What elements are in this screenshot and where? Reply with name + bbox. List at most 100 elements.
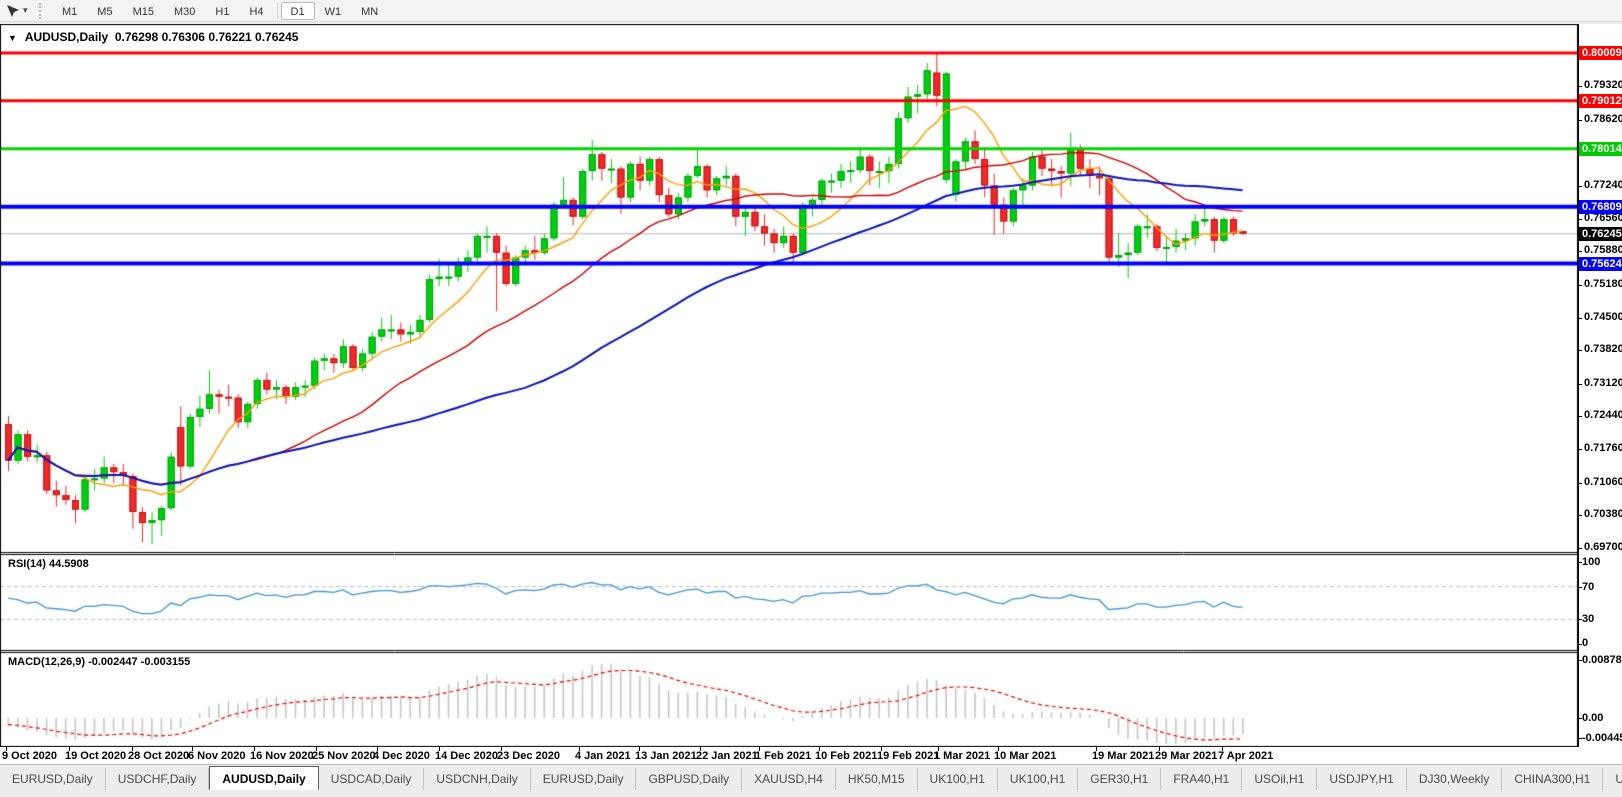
price-tick [1578,120,1582,121]
date-label: 19 Mar 2021 [1092,750,1154,762]
timeframe-button-h1[interactable]: H1 [205,2,239,20]
price-tick-label: 0.75880 [1584,244,1622,256]
price-tick-label: 0.71760 [1584,442,1622,454]
price-tick-label: 0.75180 [1584,278,1622,290]
chart-symbol: AUDUSD,Daily [25,30,108,44]
timeframe-button-d1[interactable]: D1 [281,2,315,20]
timeframe-button-h4[interactable]: H4 [239,2,273,20]
price-tick [1578,219,1582,220]
chart-tab-usdchf-daily[interactable]: USDCHF,Daily [106,768,210,790]
ohlc-close: 0.76245 [255,30,298,44]
timeframe-button-m1[interactable]: M1 [52,2,87,20]
price-tick [1578,548,1582,549]
top-toolbar: ▾ M1M5M15M30H1H4 D1W1MN [0,0,1622,22]
level-price-badge: 0.78014 [1579,142,1622,156]
ohlc-low: 0.76221 [208,30,251,44]
price-tick-label: 0.71060 [1584,476,1622,488]
timeframe-button-mn[interactable]: MN [351,2,388,20]
macd-axis-label: 0.00 [1582,712,1603,724]
price-tick-label: 0.77240 [1584,179,1622,191]
tool-dropdown-caret[interactable]: ▾ [23,5,35,16]
price-tick-label: 0.74500 [1584,311,1622,323]
date-label: 10 Feb 2021 [815,750,877,762]
chart-tab-uk100-h1[interactable]: UK100,H1 [998,768,1078,790]
date-label: 4 Dec 2020 [373,750,430,762]
date-label: 1 Feb 2021 [755,750,811,762]
price-tick-label: 0.73120 [1584,377,1622,389]
chart-tab-xauusd-h4[interactable]: XAUUSD,H4 [742,768,836,790]
macd-indicator-label: MACD(12,26,9) -0.002447 -0.003155 [8,656,190,668]
macd-axis-label: 0.008782 [1582,654,1622,666]
chart-tab-fra40-h1[interactable]: FRA40,H1 [1161,768,1242,790]
chart-cursor-icon[interactable] [3,2,23,20]
date-label: 13 Jan 2021 [635,750,697,762]
date-label: 6 Nov 2020 [188,750,245,762]
chart-tab-eurusd-daily[interactable]: EURUSD,Daily [0,768,106,790]
rsi-axis-label: 100 [1582,556,1600,568]
price-tick-label: 0.69700 [1584,541,1622,553]
chart-tab-hk50-m15[interactable]: HK50,M15 [836,768,918,790]
rsi-axis-label: 0 [1582,637,1588,649]
price-tick [1578,416,1582,417]
rsi-axis-label: 70 [1582,581,1594,593]
level-price-badge: 0.79012 [1579,94,1622,108]
date-label: 25 Nov 2020 [312,750,376,762]
chart-canvas[interactable] [0,24,1578,747]
level-price-badge: 0.76809 [1579,200,1622,214]
date-label: 7 Apr 2021 [1218,750,1273,762]
date-label: 22 Jan 2021 [696,750,758,762]
timeframe-button-group: M1M5M15M30H1H4 D1W1MN [52,2,388,20]
chart-tab-bar: EURUSD,DailyUSDCHF,DailyAUDUSD,DailyUSDC… [0,764,1622,790]
date-label: 9 Oct 2020 [2,750,57,762]
chart-tab-china300-h1[interactable]: CHINA300,H1 [1502,768,1603,790]
price-tick-label: 0.70380 [1584,508,1622,520]
timeframe-button-m5[interactable]: M5 [87,2,122,20]
chart-tab-uk100-h1[interactable]: UK100,H1 [918,768,998,790]
footer-strip [0,790,1622,797]
date-label: 19 Feb 2021 [877,750,939,762]
chart-tab-dj30-weekly[interactable]: DJ30,Weekly [1407,768,1502,790]
chart-title: ▼ AUDUSD,Daily 0.76298 0.76306 0.76221 0… [8,30,298,44]
ohlc-high: 0.76306 [162,30,205,44]
chart-expander-icon[interactable]: ▼ [8,33,17,43]
rsi-indicator-label: RSI(14) 44.5908 [8,558,89,570]
date-label: 28 Oct 2020 [128,750,189,762]
chart-tab-usdjpy-h1[interactable]: USDJPY,H1 [1317,768,1406,790]
price-tick [1578,483,1582,484]
price-tick [1578,515,1582,516]
chart-tab-eurusd-daily[interactable]: EURUSD,Daily [531,768,637,790]
date-label: 4 Jan 2021 [575,750,631,762]
chart-tab-audusd-daily[interactable]: AUDUSD,Daily [209,766,318,790]
time-axis: 9 Oct 2020 19 Oct 202028 Oct 20206 Nov 20… [0,747,1622,764]
chart-tab-u[interactable]: U [1603,768,1622,790]
macd-axis-label: -0.004451 [1582,732,1622,744]
chart-tab-usoil-h1[interactable]: USOil,H1 [1242,768,1317,790]
date-label: 1 Mar 2021 [934,750,990,762]
price-tick [1578,318,1582,319]
date-label: 16 Nov 2020 [250,750,314,762]
chart-tab-gbpusd-daily[interactable]: GBPUSD,Daily [636,768,742,790]
timeframe-button-w1[interactable]: W1 [315,2,352,20]
timeframe-button-m30[interactable]: M30 [164,2,205,20]
chart-tab-usdcad-daily[interactable]: USDCAD,Daily [319,768,425,790]
price-tick [1578,186,1582,187]
chart-tab-usdcnh-daily[interactable]: USDCNH,Daily [424,768,530,790]
date-label: 19 Oct 2020 [65,750,126,762]
price-tick-label: 0.78620 [1584,113,1622,125]
date-label: 14 Dec 2020 [435,750,498,762]
price-tick-label: 0.72440 [1584,409,1622,421]
price-tick-label: 0.79320 [1584,79,1622,91]
date-label: 23 Dec 2020 [497,750,560,762]
toolbar-grip-handle[interactable] [39,3,44,19]
price-tick [1578,449,1582,450]
toolbar-separator [277,3,278,19]
rsi-axis-label: 30 [1582,613,1594,625]
level-price-badge: 0.80009 [1579,46,1622,60]
price-tick [1578,285,1582,286]
chart-tab-ger30-h1[interactable]: GER30,H1 [1078,768,1161,790]
chart-window: ▼ AUDUSD,Daily 0.76298 0.76306 0.76221 0… [0,24,1622,747]
price-tick [1578,384,1582,385]
price-tick-label: 0.73820 [1584,343,1622,355]
price-tick [1578,350,1582,351]
timeframe-button-m15[interactable]: M15 [123,2,164,20]
